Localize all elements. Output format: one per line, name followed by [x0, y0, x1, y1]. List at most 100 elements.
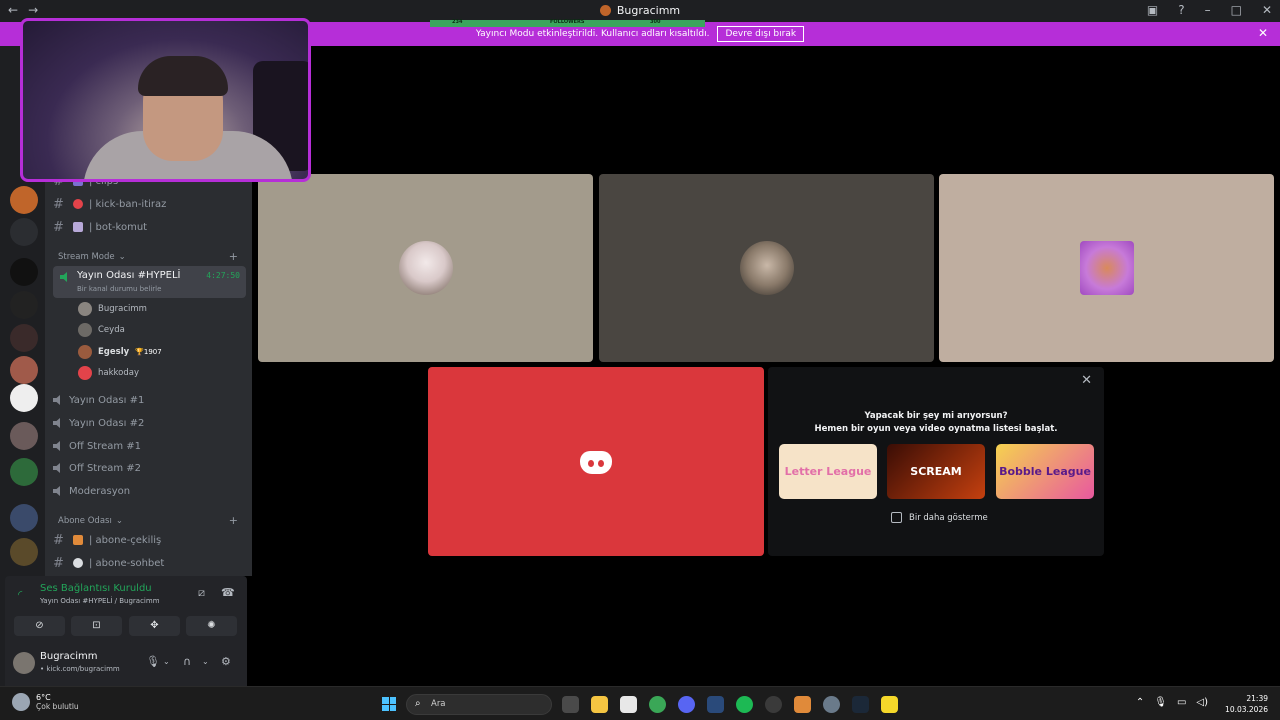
activity-card-bobble-league[interactable]: Bobble League [996, 444, 1094, 499]
channel-kick-ban-itiraz[interactable]: # | kick-ban-itiraz [53, 194, 166, 214]
channel-abone-sohbet[interactable]: # | abone-sohbet [53, 553, 164, 573]
discord-logo-icon [580, 451, 612, 474]
clock[interactable]: 21:39 10.03.2026 [1225, 693, 1268, 715]
server-icon[interactable] [10, 258, 38, 286]
app-icon[interactable] [707, 696, 724, 713]
category-abone-odasi[interactable]: Abone Odası ⌄ [58, 516, 123, 526]
voice-member[interactable]: Ceyda [78, 321, 125, 339]
voice-member[interactable]: Egesly 🏆1907 [78, 343, 162, 361]
spotify-icon[interactable] [736, 696, 753, 713]
chevron-down-icon[interactable]: ⌄ [202, 657, 209, 666]
voice-status[interactable]: Ses Bağlantısı Kuruldu [40, 583, 152, 594]
activities-button[interactable]: ✥ [129, 616, 180, 636]
app-icon[interactable] [765, 696, 782, 713]
banner-text: Yayıncı Modu etkinleştirildi. Kullanıcı … [475, 29, 710, 39]
headphones-icon[interactable]: ∩ [183, 655, 191, 668]
voice-member[interactable]: Bugracimm [78, 300, 147, 318]
channel-status-setter[interactable]: Bir kanal durumu belirle [77, 285, 161, 293]
dont-show-again-checkbox[interactable]: Bir daha gösterme [891, 512, 988, 523]
task-view-icon[interactable] [562, 696, 579, 713]
gear-icon[interactable]: ⚙ [221, 655, 231, 668]
weather-widget[interactable]: 6°C Çok bulutlu [12, 693, 79, 711]
server-folder-icon[interactable] [10, 458, 38, 486]
gift-emoji-icon [73, 535, 83, 545]
chrome-icon[interactable] [649, 696, 666, 713]
participant-tile[interactable] [939, 174, 1274, 362]
avatar [398, 241, 453, 295]
activity-card-letter-league[interactable]: Letter League [779, 444, 877, 499]
voice-channel[interactable]: Off Stream #1 [53, 436, 141, 456]
member-badge: 🏆1907 [135, 348, 162, 356]
avatar[interactable] [13, 652, 35, 674]
voice-channel[interactable]: Yayın Odası #2 [53, 413, 144, 433]
camera-off-button[interactable]: ⊘ [14, 616, 65, 636]
server-icon[interactable] [10, 324, 38, 352]
self-video-tile[interactable] [428, 367, 764, 556]
speaker-icon [53, 395, 60, 405]
file-explorer-icon[interactable] [591, 696, 608, 713]
speaker-icon [53, 463, 60, 473]
add-channel-icon[interactable]: + [229, 514, 238, 527]
server-folder-icon[interactable] [10, 538, 38, 566]
close-icon[interactable]: ✕ [1262, 3, 1272, 17]
user-status: • kick.com/bugracimm [40, 665, 120, 673]
chevron-down-icon[interactable]: ⌄ [163, 657, 170, 666]
app-icon[interactable] [794, 696, 811, 713]
voice-channel[interactable]: Yayın Odası #1 [53, 390, 144, 410]
settings-icon[interactable] [823, 696, 840, 713]
windows-start-icon[interactable] [382, 697, 396, 711]
webcam-overlay [20, 18, 311, 182]
minimize-icon[interactable]: – [1205, 3, 1211, 17]
robot-emoji-icon [73, 222, 83, 232]
server-icon[interactable] [10, 186, 38, 214]
activity-title: Yapacak bir şey mi arıyorsun? [864, 411, 1008, 421]
disconnect-icon[interactable]: ☎ [221, 586, 235, 599]
server-folder-icon[interactable] [10, 504, 38, 532]
server-icon[interactable] [10, 218, 38, 246]
maximize-icon[interactable]: □ [1231, 3, 1242, 17]
user-panel: Bugracimm • kick.com/bugracimm 🎙 ⌄ ∩ ⌄ ⚙ [5, 640, 247, 686]
sticky-notes-icon[interactable] [881, 696, 898, 713]
microphone-icon[interactable]: 🎙 [146, 655, 160, 668]
server-icon[interactable] [10, 384, 38, 412]
avatar [78, 345, 92, 359]
channel-bot-komut[interactable]: # | bot-komut [53, 217, 147, 237]
close-banner-icon[interactable]: ✕ [1258, 26, 1268, 40]
channel-abone-cekilis[interactable]: # | abone-çekiliş [53, 530, 161, 550]
store-icon[interactable] [620, 696, 637, 713]
help-icon[interactable]: ? [1178, 3, 1184, 17]
inbox-icon[interactable]: ▣ [1147, 3, 1158, 17]
add-channel-icon[interactable]: + [229, 250, 238, 263]
close-icon[interactable]: ✕ [1081, 373, 1092, 388]
server-icon[interactable] [10, 422, 38, 450]
server-icon[interactable] [10, 291, 38, 319]
voice-channel-active[interactable]: Yayın Odası #HYPELİ 4:27:50 Bir kanal du… [53, 266, 246, 298]
category-stream-mode[interactable]: Stream Mode ⌄ [58, 252, 126, 262]
checkbox-box[interactable] [891, 512, 902, 523]
chevron-down-icon: ⌄ [115, 516, 123, 526]
voice-channel[interactable]: Moderasyon [53, 481, 130, 501]
server-icon [599, 5, 611, 16]
activity-subtitle: Hemen bir oyun veya video oynatma listes… [814, 424, 1058, 434]
discord-icon[interactable] [678, 696, 695, 713]
participant-tile[interactable] [258, 174, 593, 362]
network-icon[interactable]: ▭ [1177, 697, 1186, 708]
signal-icon: ◜ [18, 588, 23, 601]
noise-suppression-icon[interactable]: ⧄ [198, 586, 205, 600]
chevron-down-icon: ⌄ [118, 252, 126, 262]
server-icon[interactable] [10, 356, 38, 384]
participant-tile[interactable] [599, 174, 934, 362]
soundboard-button[interactable]: ✺ [186, 616, 237, 636]
avatar [1079, 241, 1134, 295]
voice-member[interactable]: hakkoday [78, 364, 139, 382]
disable-streamer-mode-button[interactable]: Devre dışı bırak [717, 26, 805, 42]
microphone-icon[interactable]: 🎙 [1154, 697, 1167, 708]
taskbar-search[interactable]: ⌕ Ara [406, 694, 552, 715]
steam-icon[interactable] [852, 696, 869, 713]
chevron-up-icon[interactable]: ⌃ [1136, 697, 1144, 708]
voice-channel[interactable]: Off Stream #2 [53, 458, 141, 478]
volume-icon[interactable]: ◁) [1196, 697, 1208, 708]
activity-card-scream[interactable]: SCREAM [887, 444, 985, 499]
voice-location: Yayın Odası #HYPELİ / Bugracimm [40, 597, 160, 605]
screen-share-button[interactable]: ⊡ [71, 616, 122, 636]
